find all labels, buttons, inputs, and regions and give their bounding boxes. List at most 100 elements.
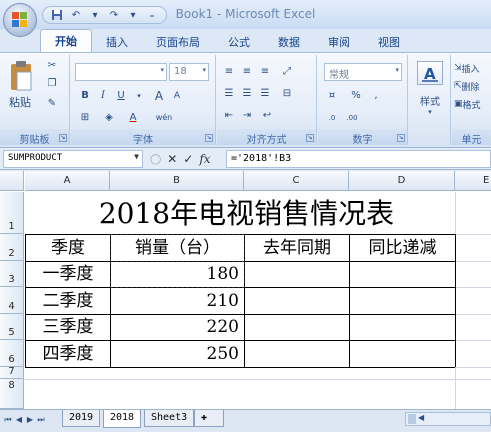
increase-indent-icon[interactable]: ⇥ bbox=[239, 107, 255, 123]
decrease-decimal-button[interactable]: .00 bbox=[344, 109, 360, 125]
header-cell-quarter[interactable]: 季度 bbox=[26, 235, 110, 261]
percent-button[interactable]: % bbox=[348, 87, 364, 103]
tab-view[interactable]: 视图 bbox=[364, 31, 414, 52]
insert-sheet-icon[interactable]: ✚ bbox=[194, 410, 224, 427]
copy-icon[interactable]: ❐ bbox=[44, 75, 60, 91]
sheet-tab-2019[interactable]: 2019 bbox=[62, 410, 101, 427]
merge-center-icon[interactable]: ⊟ bbox=[279, 85, 295, 101]
first-sheet-icon[interactable]: ⏮ bbox=[3, 415, 13, 427]
clipboard-launcher-icon[interactable]: ↘ bbox=[59, 134, 67, 142]
sales-cell[interactable]: 210 bbox=[111, 288, 242, 314]
header-cell-last-year[interactable]: 去年同期 bbox=[245, 235, 349, 261]
column-header-b[interactable]: B bbox=[110, 171, 244, 191]
quarter-cell[interactable]: 二季度 bbox=[26, 288, 110, 314]
phonetic-button[interactable]: wén bbox=[149, 109, 179, 125]
quarter-cell[interactable]: 三季度 bbox=[26, 315, 110, 340]
clipboard-group: 粘贴 ✂ ❐ ✎ 剪贴板 ↘ bbox=[0, 55, 70, 146]
align-top-icon[interactable]: ≡ bbox=[221, 63, 237, 79]
sheet-tab-2018[interactable]: 2018 bbox=[103, 410, 142, 428]
sales-cell[interactable]: 220 bbox=[111, 315, 242, 340]
bold-button[interactable]: B bbox=[77, 87, 93, 103]
scroll-left-icon[interactable]: ◀ bbox=[418, 413, 424, 422]
delete-cells-button[interactable]: ⇱ 删除 bbox=[454, 79, 491, 93]
cancel-icon[interactable]: ✕ bbox=[167, 152, 177, 166]
row-header-1[interactable]: 1 bbox=[0, 192, 24, 234]
decrease-indent-icon[interactable]: ⇤ bbox=[221, 107, 237, 123]
underline-button[interactable]: U bbox=[113, 87, 129, 103]
border-icon[interactable]: ⊞ bbox=[77, 109, 93, 125]
column-header-e[interactable]: E bbox=[455, 171, 491, 191]
grow-font-button[interactable]: A bbox=[151, 87, 167, 103]
align-bottom-icon[interactable]: ≡ bbox=[257, 63, 273, 79]
font-launcher-icon[interactable]: ↘ bbox=[205, 134, 213, 142]
insert-cells-button[interactable]: ⇲ 插入 bbox=[454, 61, 491, 75]
paste-icon[interactable] bbox=[6, 59, 36, 93]
tab-insert[interactable]: 插入 bbox=[92, 31, 142, 52]
align-right-icon[interactable]: ☰ bbox=[257, 85, 273, 101]
name-box[interactable]: SUMPRODUCT ▼ bbox=[3, 150, 143, 168]
comma-button[interactable]: , bbox=[368, 87, 384, 103]
grid-line bbox=[455, 261, 491, 262]
styles-button[interactable]: 样式 bbox=[411, 93, 449, 108]
row-header-4[interactable]: 4 bbox=[0, 287, 24, 314]
horizontal-scrollbar[interactable]: ◀ bbox=[405, 412, 491, 426]
font-color-icon[interactable]: A bbox=[125, 109, 141, 125]
row-header-6[interactable]: 6 bbox=[0, 340, 24, 367]
align-center-icon[interactable]: ☰ bbox=[239, 85, 255, 101]
chevron-down-icon[interactable]: ▼ bbox=[134, 152, 139, 161]
paste-button[interactable]: 粘贴 bbox=[2, 95, 38, 109]
select-all-corner[interactable] bbox=[0, 171, 24, 191]
tab-page-layout[interactable]: 页面布局 bbox=[142, 31, 214, 52]
shrink-font-button[interactable]: A bbox=[169, 87, 185, 103]
styles-icon[interactable]: A bbox=[417, 61, 443, 85]
orientation-icon[interactable]: ⤢ bbox=[279, 63, 295, 79]
sheet-tab-sheet3[interactable]: Sheet3 bbox=[144, 410, 195, 427]
column-header-d[interactable]: D bbox=[349, 171, 455, 191]
row-header-3[interactable]: 3 bbox=[0, 261, 24, 287]
increase-decimal-button[interactable]: .0 bbox=[324, 109, 340, 125]
number-launcher-icon[interactable]: ↘ bbox=[397, 134, 405, 142]
row-header-5[interactable]: 5 bbox=[0, 314, 24, 340]
cut-icon[interactable]: ✂ bbox=[44, 57, 60, 73]
column-header-c[interactable]: C bbox=[244, 171, 349, 191]
column-header-a[interactable]: A bbox=[25, 171, 110, 191]
row-header-2[interactable]: 2 bbox=[0, 234, 24, 261]
fill-color-icon[interactable]: ◈ bbox=[101, 109, 117, 125]
cells-label: 单元 bbox=[452, 129, 491, 146]
tab-review[interactable]: 审阅 bbox=[314, 31, 364, 52]
alignment-launcher-icon[interactable]: ↘ bbox=[306, 134, 314, 142]
tab-data[interactable]: 数据 bbox=[264, 31, 314, 52]
font-name-combo[interactable]: ▾ bbox=[75, 63, 167, 81]
cells-group: ⇲ 插入 ⇱ 删除 ▣ 格式 单元 bbox=[452, 55, 491, 146]
tab-formulas[interactable]: 公式 bbox=[214, 31, 264, 52]
office-button[interactable] bbox=[3, 3, 37, 37]
prev-sheet-icon[interactable]: ◀ bbox=[14, 415, 24, 427]
header-cell-yoy[interactable]: 同比递减 bbox=[350, 235, 455, 261]
wrap-text-icon[interactable]: ↩ bbox=[259, 107, 275, 123]
currency-icon[interactable]: ¤ bbox=[324, 87, 340, 103]
quarter-cell[interactable]: 四季度 bbox=[26, 341, 110, 367]
scroll-thumb[interactable] bbox=[408, 414, 416, 424]
tab-home[interactable]: 开始 bbox=[40, 29, 92, 52]
font-size-value: 18 bbox=[174, 66, 187, 77]
styles-dropdown-icon[interactable]: ▾ bbox=[411, 107, 449, 117]
format-cells-button[interactable]: ▣ 格式 bbox=[454, 97, 491, 111]
number-format-combo[interactable]: 常规 ▾ bbox=[324, 63, 402, 81]
last-sheet-icon[interactable]: ⏭ bbox=[36, 415, 46, 427]
row-header-8[interactable]: 8 bbox=[0, 379, 24, 409]
align-left-icon[interactable]: ☰ bbox=[221, 85, 237, 101]
sheet-title-cell[interactable]: 2018年电视销售情况表 bbox=[25, 192, 468, 234]
align-middle-icon[interactable]: ≡ bbox=[239, 63, 255, 79]
row-header-7[interactable]: 7 bbox=[0, 366, 24, 379]
quarter-cell[interactable]: 一季度 bbox=[26, 262, 110, 287]
fx-icon[interactable]: fx bbox=[199, 152, 210, 166]
underline-dropdown-icon[interactable]: ▾ bbox=[131, 87, 147, 103]
formula-input[interactable]: ='2018'!B3 bbox=[226, 150, 491, 168]
next-sheet-icon[interactable]: ▶ bbox=[25, 415, 35, 427]
enter-icon[interactable]: ✓ bbox=[183, 152, 193, 166]
row-number: 5 bbox=[8, 327, 15, 338]
format-painter-icon[interactable]: ✎ bbox=[44, 95, 60, 111]
sales-cell[interactable]: 250 bbox=[111, 341, 242, 367]
italic-button[interactable]: I bbox=[95, 87, 111, 103]
font-size-combo[interactable]: 18 ▾ bbox=[169, 63, 209, 81]
